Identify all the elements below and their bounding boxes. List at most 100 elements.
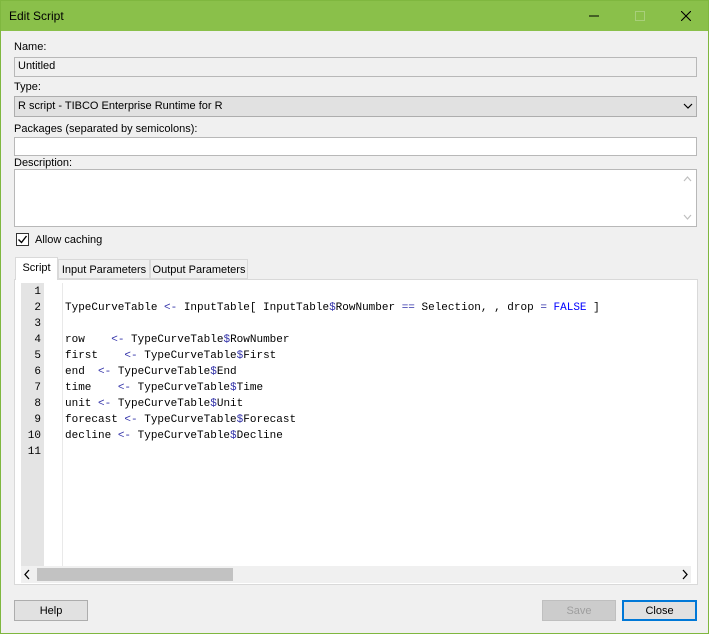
code-token: TypeCurveTable	[131, 382, 231, 394]
editor-horizontal-scrollbar[interactable]	[21, 566, 691, 583]
code-token: unit	[65, 398, 99, 410]
code-token: TypeCurveTable	[65, 302, 165, 314]
code-token: <-	[164, 302, 178, 314]
code-token: $	[230, 430, 237, 442]
code-token: <-	[124, 350, 138, 362]
code-token: $	[329, 302, 336, 314]
code-token: $	[210, 398, 217, 410]
maximize-icon	[635, 11, 645, 21]
code-text: time <- TypeCurveTable$Time	[65, 382, 263, 394]
code-text: unit <- TypeCurveTable$Unit	[65, 398, 243, 410]
code-token: forecast	[65, 414, 125, 426]
maximize-button[interactable]	[617, 1, 663, 31]
line-number: 5	[34, 350, 41, 362]
packages-field[interactable]	[14, 137, 697, 156]
code-token: Time	[236, 382, 264, 394]
code-token: <-	[111, 334, 125, 346]
close-window-button[interactable]	[663, 1, 709, 31]
chevron-left-icon[interactable]	[23, 569, 31, 580]
line-number: 4	[34, 334, 41, 346]
line-number: 8	[34, 398, 41, 410]
code-token: <-	[117, 382, 132, 394]
code-text: TypeCurveTable <- InputTable[ InputTable…	[65, 302, 600, 314]
editor-margin	[44, 283, 63, 566]
allow-caching-label: Allow caching	[35, 233, 103, 246]
code-token: ]	[586, 302, 600, 314]
code-token: end	[65, 366, 99, 378]
script-editor[interactable]: 1 2 TypeCurveTable <- InputTable[ InputTab…	[21, 283, 691, 566]
title-bar[interactable]: Edit Script	[1, 1, 708, 31]
code-text: row <- TypeCurveTable$RowNumber	[65, 334, 289, 346]
code-token: decline	[65, 430, 118, 442]
code-token: time	[65, 382, 118, 394]
code-token: row	[65, 334, 112, 346]
script-tab-panel: 1 2 TypeCurveTable <- InputTable[ InputTab…	[14, 279, 698, 585]
name-value: Untitled	[18, 60, 56, 72]
line-number: 2	[34, 302, 41, 314]
code-token: Selection, , drop	[414, 302, 541, 314]
line-number: 7	[34, 382, 41, 394]
chevron-right-icon[interactable]	[681, 569, 689, 580]
scrollbar-thumb[interactable]	[37, 568, 233, 581]
code-token: RowNumber	[335, 302, 402, 314]
code-token: <-	[98, 366, 112, 378]
name-field[interactable]: Untitled	[14, 57, 697, 77]
code-token: TypeCurveTable	[137, 414, 237, 426]
packages-label: Packages (separated by semicolons):	[14, 123, 198, 135]
code-text: decline <- TypeCurveTable$Decline	[65, 430, 283, 442]
code-token: =	[540, 302, 547, 314]
allow-caching-checkbox[interactable]	[16, 233, 29, 246]
description-scrollbar[interactable]	[679, 170, 696, 226]
close-button[interactable]: Close	[622, 600, 697, 621]
type-label: Type:	[14, 81, 41, 93]
code-token: <-	[124, 414, 138, 426]
line-number: 1	[34, 286, 41, 298]
code-token: ==	[401, 302, 415, 314]
close-icon	[681, 11, 691, 21]
code-text: forecast <- TypeCurveTable$Forecast	[65, 414, 296, 426]
minimize-icon	[589, 15, 599, 17]
code-token: InputTable[ InputTable	[177, 302, 330, 314]
code-token: TypeCurveTable	[124, 334, 224, 346]
name-label: Name:	[14, 41, 47, 53]
chevron-up-icon	[683, 176, 692, 182]
code-token: TypeCurveTable	[137, 350, 237, 362]
chevron-down-icon	[683, 103, 693, 109]
chevron-down-icon	[683, 214, 692, 220]
window-title: Edit Script	[9, 9, 64, 23]
code-token: First	[243, 350, 277, 362]
line-number: 11	[27, 446, 41, 458]
code-token: End	[216, 366, 237, 378]
code-token: $	[210, 366, 217, 378]
tab-script[interactable]: Script	[15, 257, 58, 280]
line-number: 3	[34, 318, 41, 330]
save-button[interactable]: Save	[542, 600, 616, 621]
code-token: TypeCurveTable	[111, 398, 211, 410]
allow-caching-row[interactable]: Allow caching	[16, 233, 102, 246]
line-number: 6	[34, 366, 41, 378]
code-token: first	[65, 350, 125, 362]
line-number: 10	[27, 430, 41, 442]
edit-script-dialog: Edit Script Name: Untitled Type: R scrip…	[0, 0, 709, 634]
tab-output-parameters[interactable]: Output Parameters	[150, 259, 248, 279]
code-token: Decline	[236, 430, 283, 442]
code-token: RowNumber	[230, 334, 290, 346]
code-token: Forecast	[243, 414, 297, 426]
tab-input-parameters[interactable]: Input Parameters	[58, 259, 150, 279]
type-selected-value: R script - TIBCO Enterprise Runtime for …	[18, 100, 223, 112]
code-text: end <- TypeCurveTable$End	[65, 366, 237, 378]
code-token: <-	[98, 398, 112, 410]
description-label: Description:	[14, 157, 73, 169]
code-text: first <- TypeCurveTable$First	[65, 350, 276, 362]
type-dropdown[interactable]: R script - TIBCO Enterprise Runtime for …	[14, 96, 697, 117]
code-token: FALSE	[553, 302, 587, 314]
code-token: <-	[117, 430, 132, 442]
line-number: 9	[34, 414, 41, 426]
help-button[interactable]: Help	[14, 600, 88, 621]
minimize-button[interactable]	[571, 1, 617, 31]
code-token: $	[230, 382, 237, 394]
code-token: Unit	[216, 398, 244, 410]
description-field[interactable]	[14, 169, 697, 227]
code-token: TypeCurveTable	[131, 430, 231, 442]
